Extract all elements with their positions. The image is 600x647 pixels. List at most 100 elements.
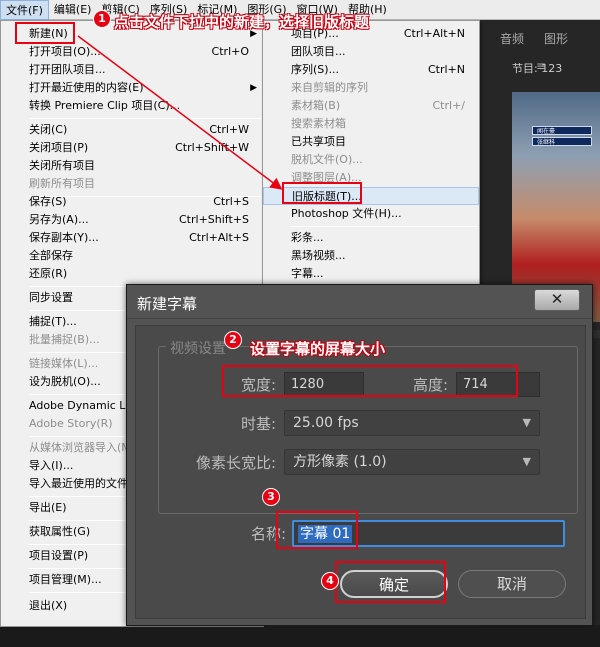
menu-item-label: 获取属性(G) xyxy=(29,525,91,538)
shortcut-label: Ctrl+Shift+S xyxy=(179,213,249,226)
file-menu-save-as[interactable]: 另存为(A)... Ctrl+Shift+S xyxy=(1,211,263,229)
menu-item-label: 全部保存 xyxy=(29,249,73,262)
panel-menu-icon[interactable]: ≡ xyxy=(536,59,546,73)
new-black-video[interactable]: 黑场视频... xyxy=(263,247,479,265)
menu-item-label: 转换 Premiere Clip 项目(C)... xyxy=(29,99,181,112)
menu-item-label: 已共享项目 xyxy=(291,135,346,148)
new-bin: 素材箱(B) Ctrl+/ xyxy=(263,97,479,115)
menu-item-label: 搜索素材箱 xyxy=(291,117,346,130)
step-badge-4: 4 xyxy=(321,572,339,590)
shortcut-label: Ctrl+Alt+N xyxy=(403,27,465,40)
new-submenu: 项目(P)... Ctrl+Alt+N 团队项目... 序列(S)... Ctrl+… xyxy=(262,20,480,290)
annotation-box-new xyxy=(15,22,75,44)
step-badge-1: 1 xyxy=(93,10,111,28)
menu-item-label: 关闭项目(P) xyxy=(29,141,89,154)
shortcut-label: Ctrl+/ xyxy=(432,99,466,112)
file-menu-save-copy[interactable]: 保存副本(Y)... Ctrl+Alt+S xyxy=(1,229,263,247)
menu-item-label: 导出(E) xyxy=(29,501,67,514)
dialog-title: 新建字幕 xyxy=(137,295,198,313)
menu-file[interactable]: 文件(F) xyxy=(0,0,49,20)
scoreboard-player-1: 闻在豪 xyxy=(532,126,592,135)
file-menu-save[interactable]: 保存(S) Ctrl+S xyxy=(1,193,263,211)
annotation-box-legacy-title xyxy=(282,182,362,204)
step-badge-3: 3 xyxy=(262,488,280,506)
menu-item-label: Adobe Story(R) xyxy=(29,417,113,430)
shortcut-label: Ctrl+N xyxy=(427,63,465,76)
annotation-box-ok xyxy=(335,561,446,603)
submenu-arrow-icon: ▶ xyxy=(250,83,257,93)
menu-item-label: 打开最近使用的内容(E) xyxy=(29,81,144,94)
shortcut-label: Ctrl+O xyxy=(211,45,249,58)
menu-item-label: 批量捕捉(B)... xyxy=(29,333,100,346)
new-shared-project[interactable]: 已共享项目 xyxy=(263,133,479,151)
menu-item-label: 打开团队项目... xyxy=(29,63,106,76)
menu-separator xyxy=(29,118,261,119)
annotation-box-name xyxy=(276,511,358,549)
file-menu-open-recent[interactable]: 打开最近使用的内容(E) ▶ xyxy=(1,79,263,97)
shortcut-label: Ctrl+Shift+W xyxy=(175,141,249,154)
file-menu-close-all[interactable]: 关闭所有项目 xyxy=(1,157,263,175)
shortcut-label: Ctrl+Alt+S xyxy=(189,231,249,244)
panel-tabs: 音频 图形 xyxy=(480,24,600,52)
file-menu-save-all[interactable]: 全部保存 xyxy=(1,247,263,265)
dialog-titlebar: 新建字幕 ✕ xyxy=(127,285,592,319)
menu-item-label: 团队项目... xyxy=(291,45,346,58)
menu-item-label: 同步设置 xyxy=(29,291,73,304)
menu-item-label: 保存副本(Y)... xyxy=(29,231,99,244)
menu-item-label: 素材箱(B) xyxy=(291,99,341,112)
close-icon: ✕ xyxy=(550,290,564,308)
new-bars-and-tone[interactable]: 彩条... xyxy=(263,229,479,247)
menu-item-label: 字幕... xyxy=(291,267,324,280)
menu-item-label: 退出(X) xyxy=(29,599,68,612)
video-settings-label: 视频设置 xyxy=(166,338,230,358)
timebase-value: 25.00 fps xyxy=(293,415,359,431)
file-menu-close-project[interactable]: 关闭项目(P) Ctrl+Shift+W xyxy=(1,139,263,157)
pixel-aspect-label: 像素长宽比: xyxy=(195,454,276,472)
cancel-button[interactable]: 取消 xyxy=(458,570,566,598)
menu-item-label: 彩条... xyxy=(291,231,324,244)
tab-audio[interactable]: 音频 xyxy=(500,30,524,47)
menu-item-label: 序列(S)... xyxy=(291,63,340,76)
scoreboard-player-2: 张继科 xyxy=(532,137,592,146)
menu-item-label: 关闭(C) xyxy=(29,123,68,136)
menu-item-label: 捕捉(T)... xyxy=(29,315,77,328)
menu-item-label: 脱机文件(O)... xyxy=(291,153,363,166)
step-badge-2: 2 xyxy=(224,331,242,349)
menu-item-label: 项目管理(M)... xyxy=(29,573,102,586)
menu-item-label: 从媒体浏览器导入(M) xyxy=(29,441,136,454)
menu-item-label: 刷新所有项目 xyxy=(29,177,95,190)
file-menu-open-team-project[interactable]: 打开团队项目... xyxy=(1,61,263,79)
new-sequence[interactable]: 序列(S)... Ctrl+N xyxy=(263,61,479,79)
timebase-select[interactable]: 25.00 fps ▼ xyxy=(284,410,540,436)
menu-item-label: 另存为(A)... xyxy=(29,213,89,226)
new-offline-file: 脱机文件(O)... xyxy=(263,151,479,169)
menu-item-label: 来自剪辑的序列 xyxy=(291,81,368,94)
file-menu-revert[interactable]: 还原(R) xyxy=(1,265,263,283)
step-1-instruction: 点击文件下拉中的新建，选择旧版标题 xyxy=(114,13,370,31)
menu-edit[interactable]: 编辑(E) xyxy=(49,0,97,20)
pixel-aspect-select[interactable]: 方形像素 (1.0) ▼ xyxy=(284,449,540,475)
menu-item-label: 打开项目(O)... xyxy=(29,45,101,58)
chevron-down-icon: ▼ xyxy=(522,455,531,468)
menu-item-label: Adobe Dynamic Link xyxy=(29,399,142,412)
new-team-project[interactable]: 团队项目... xyxy=(263,43,479,61)
new-captions[interactable]: 字幕... xyxy=(263,265,479,283)
file-menu-convert-clip[interactable]: 转换 Premiere Clip 项目(C)... xyxy=(1,97,263,115)
new-photoshop-file[interactable]: Photoshop 文件(H)... xyxy=(263,205,479,223)
menu-item-label: 项目设置(P) xyxy=(29,549,89,562)
menu-item-label: 设为脱机(O)... xyxy=(29,375,101,388)
menu-item-label: Photoshop 文件(H)... xyxy=(291,207,402,220)
tab-graphics[interactable]: 图形 xyxy=(544,30,568,47)
menu-item-label: 链接媒体(L)... xyxy=(29,357,99,370)
chevron-down-icon: ▼ xyxy=(522,416,531,429)
menu-item-label: 还原(R) xyxy=(29,267,68,280)
new-sequence-from-clip: 来自剪辑的序列 xyxy=(263,79,479,97)
menu-item-label: 黑场视频... xyxy=(291,249,346,262)
status-bar xyxy=(0,627,600,647)
file-menu-refresh-all: 刷新所有项目 xyxy=(1,175,263,193)
file-menu-close[interactable]: 关闭(C) Ctrl+W xyxy=(1,121,263,139)
close-button[interactable]: ✕ xyxy=(534,289,580,311)
annotation-box-size xyxy=(222,365,518,397)
new-search-bin: 搜索素材箱 xyxy=(263,115,479,133)
file-menu-open-project[interactable]: 打开项目(O)... Ctrl+O xyxy=(1,43,263,61)
